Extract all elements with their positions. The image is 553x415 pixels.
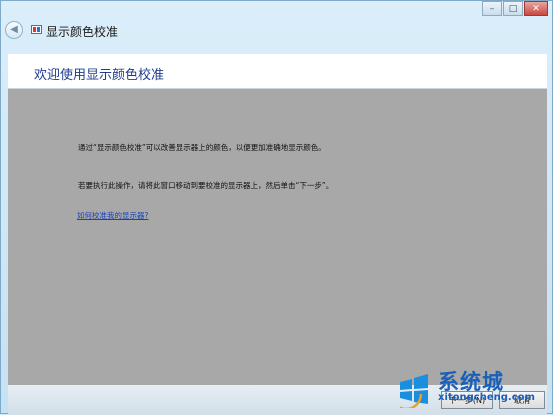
watermark-domain: xitongcheng.com (438, 392, 535, 403)
window-title: 显示颜色校准 (46, 25, 119, 39)
maximize-icon: □ (508, 3, 518, 14)
title-bar[interactable]: ◀ 显示颜色校准 – □ ✕ (1, 1, 552, 45)
minimize-button[interactable]: – (482, 1, 502, 16)
close-button[interactable]: ✕ (524, 1, 548, 16)
back-arrow-icon: ◀ (10, 24, 18, 35)
maximize-button[interactable]: □ (503, 1, 523, 16)
calibration-window: ◀ 显示颜色校准 – □ ✕ 欢迎使用显示颜色校准 通过“显示颜色校准”可以改善… (0, 0, 553, 415)
display-calibration-icon (31, 25, 42, 34)
instruction-text: 若要执行此操作，请将此窗口移动到要校准的显示器上，然后单击“下一步”。 (78, 181, 334, 190)
content-area: 通过“显示颜色校准”可以改善显示器上的颜色，以便更加准确地显示颜色。 若要执行此… (8, 89, 547, 385)
watermark: 系统城 xitongcheng.com (388, 364, 553, 414)
close-icon: ✕ (532, 3, 540, 14)
page-heading: 欢迎使用显示颜色校准 (34, 68, 165, 83)
windows-logo-icon (394, 374, 428, 408)
window-controls: – □ ✕ (481, 1, 548, 16)
back-button[interactable]: ◀ (5, 21, 23, 39)
header-panel: 欢迎使用显示颜色校准 (8, 54, 547, 89)
help-link[interactable]: 如何校准我的显示器? (77, 210, 148, 221)
intro-text: 通过“显示颜色校准”可以改善显示器上的颜色，以便更加准确地显示颜色。 (78, 143, 326, 152)
minimize-icon: – (489, 3, 495, 14)
